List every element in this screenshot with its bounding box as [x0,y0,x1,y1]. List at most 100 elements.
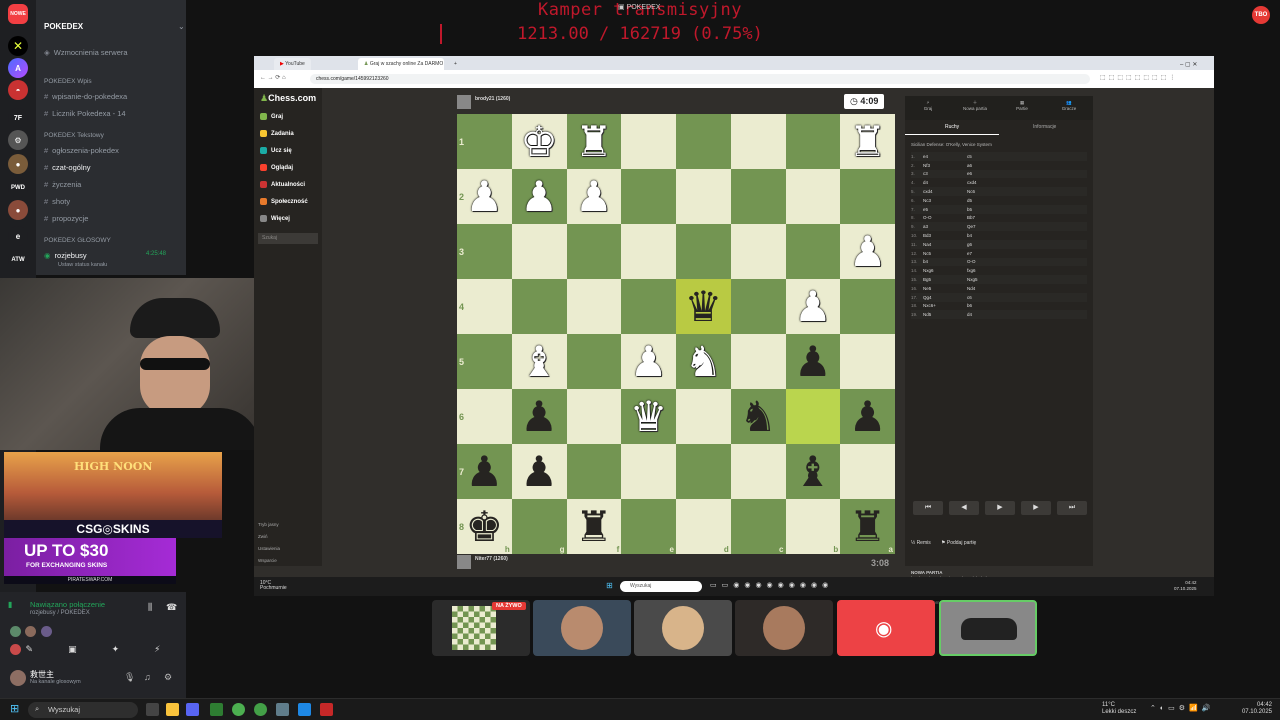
steam-icon[interactable] [298,703,311,716]
black-pawn-icon[interactable]: ♟ [849,393,887,440]
inner-taskbar-apps[interactable]: ▭▭◉◉◉◉◉◉◉◉◉ [710,581,833,589]
tab-youtube[interactable]: ▶ YouTube [274,58,311,70]
nav-learn[interactable]: Ucz się [260,147,292,154]
server-icon-avatar[interactable]: ● [8,154,28,174]
square-b1[interactable] [785,114,841,169]
nav-arrows[interactable]: ← → ⟳ ⌂ [260,74,286,81]
nav-watch[interactable]: Oglądaj [260,164,293,171]
url-field[interactable]: chess.com/game/145992123260 [310,74,1090,84]
inner-start-icon[interactable]: ⊞ [606,581,613,590]
screen-share-icon[interactable]: ▣ [68,644,77,656]
square-a8[interactable]: a ♜ [840,499,895,554]
taskbar-search[interactable]: ⌕ Wyszukaj [28,702,138,718]
bottom-player-name[interactable]: Niter77 (1260) [475,556,508,562]
square-b6[interactable] [785,389,841,444]
top-player-name[interactable]: brody21 (1260) [475,96,510,102]
white-move[interactable]: c3 [923,171,967,176]
square-a7[interactable] [840,444,895,499]
server-icon-photo[interactable]: ● [8,200,28,220]
square-c5[interactable] [730,334,786,389]
app-icon-red[interactable] [320,703,333,716]
square-f6[interactable] [566,389,622,444]
panel-tab-new-game[interactable]: ＋ Nowa partia [952,100,998,111]
explorer-icon[interactable] [166,703,179,716]
taskbar-weather[interactable]: 11°C Lekki deszcz [1102,702,1136,716]
square-f4[interactable] [566,279,622,334]
white-move[interactable]: e4 [923,154,967,159]
server-icon-gear[interactable]: ⚙ [8,130,28,150]
black-pawn-icon[interactable]: ♟ [520,448,558,495]
stream-thumb-discord[interactable]: ◉ [837,600,935,656]
square-g1[interactable]: ♚ [511,114,567,169]
server-name[interactable]: POKEDEX [44,22,83,31]
white-queen-icon[interactable]: ♛ [630,393,668,440]
server-boost-link[interactable]: ◈ Wzmocnienia serwera [44,48,128,57]
square-d2[interactable] [676,169,731,224]
category-glosowy[interactable]: POKEDEX GŁOSOWY [44,237,111,244]
square-f2[interactable]: ♟ [566,169,622,224]
last-move-button[interactable]: ⏭ [1057,501,1087,515]
bottom-player-avatar[interactable] [457,555,471,569]
square-f8[interactable]: f ♜ [566,499,622,554]
server-icon-7f[interactable]: 7F [8,108,28,128]
chevron-down-icon[interactable]: ⌄ [178,22,185,31]
black-pawn-icon[interactable]: ♟ [466,448,504,495]
nav-support[interactable]: Wsparcie [258,558,277,563]
square-c1[interactable] [730,114,786,169]
square-h7[interactable]: 7 ♟ [457,444,512,499]
square-d6[interactable] [676,389,731,444]
next-move-button[interactable]: ▶ [1021,501,1051,515]
white-move[interactable]: Nf3 [923,163,967,168]
black-move[interactable]: d4 [967,312,1011,317]
square-d4[interactable]: ♛ [676,279,731,334]
camera-icon[interactable]: ✎ [26,644,34,656]
start-icon[interactable]: ⊞ [10,702,19,715]
square-e5[interactable]: ♟ [621,334,676,389]
avatar[interactable] [10,670,26,686]
voice-channel-rozjebusy[interactable]: ◉ rozjebusy [44,251,87,260]
black-move[interactable]: Nc6 [967,189,1011,194]
square-c2[interactable] [730,169,786,224]
square-e4[interactable] [621,279,676,334]
square-d7[interactable] [676,444,731,499]
square-g2[interactable]: ♟ [511,169,567,224]
square-e6[interactable]: ♛ [621,389,676,444]
white-move[interactable]: Nxc6+ [923,303,967,308]
channel-propozycje[interactable]: # propozycje [44,214,88,223]
square-b2[interactable] [785,169,841,224]
square-a3[interactable]: ♟ [840,224,895,279]
subtab-info[interactable]: Informacje [1033,124,1056,130]
square-c4[interactable] [730,279,786,334]
black-move[interactable]: a6 [967,163,1011,168]
white-rook-icon[interactable]: ♜ [575,118,613,165]
channel-czat-ogolny[interactable]: # czat-ogólny [44,163,91,172]
black-bishop-icon[interactable]: ♝ [794,448,832,495]
square-c6[interactable]: ♞ [730,389,786,444]
square-a6[interactable]: ♟ [840,389,895,444]
black-move[interactable]: Nd4 [967,286,1011,291]
white-move[interactable]: cxd4 [923,189,967,194]
white-pawn-icon[interactable]: ♟ [466,173,504,220]
panel-tab-players[interactable]: 👥 Gracze [1046,100,1092,111]
black-move[interactable]: fxg6 [967,268,1011,273]
square-c8[interactable]: c [730,499,786,554]
inner-search[interactable]: Wyszukaj [620,581,702,592]
square-g4[interactable] [511,279,567,334]
white-move[interactable]: d4 [923,180,967,185]
category-tekstowy[interactable]: POKEDEX Tekstowy [44,132,104,139]
white-move[interactable]: a3 [923,224,967,229]
system-tray-icons[interactable]: ⌃◐▭⚙📶🔊 [1150,704,1214,712]
stream-thumb-user2[interactable] [634,600,732,656]
square-b7[interactable]: ♝ [785,444,841,499]
white-move[interactable]: Bd3 [923,233,967,238]
square-a5[interactable] [840,334,895,389]
black-move[interactable]: b4 [967,233,1011,238]
black-pawn-icon[interactable]: ♟ [520,393,558,440]
new-tab-button[interactable]: + [448,58,463,70]
square-a1[interactable]: ♜ [840,114,895,169]
black-move[interactable]: Nxg5 [967,277,1011,282]
chess-logo[interactable]: ♟Chess.com [260,93,316,104]
channel-zyczenia[interactable]: # życzenia [44,180,81,189]
square-e7[interactable] [621,444,676,499]
white-move[interactable]: Ne5 [923,286,967,291]
